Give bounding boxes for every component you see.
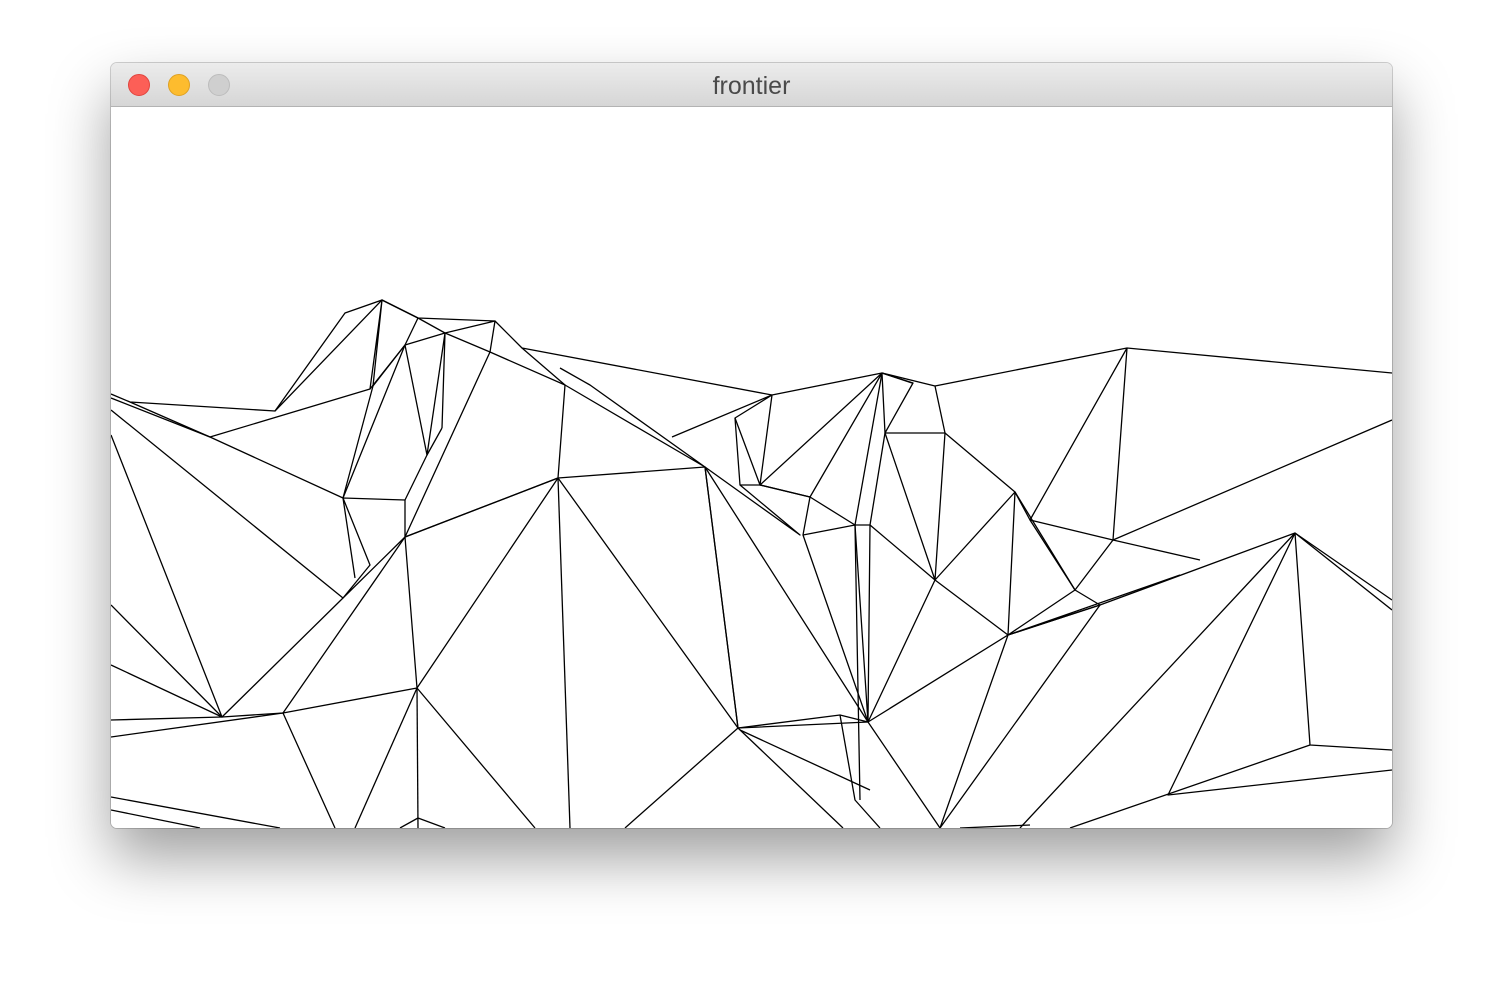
title-bar[interactable]: frontier (111, 63, 1392, 107)
app-window: frontier (111, 63, 1392, 828)
window-title: frontier (712, 72, 791, 100)
terrain-wireframe (111, 299, 1392, 828)
desktop: frontier (0, 0, 1504, 988)
render-canvas[interactable] (111, 107, 1392, 828)
